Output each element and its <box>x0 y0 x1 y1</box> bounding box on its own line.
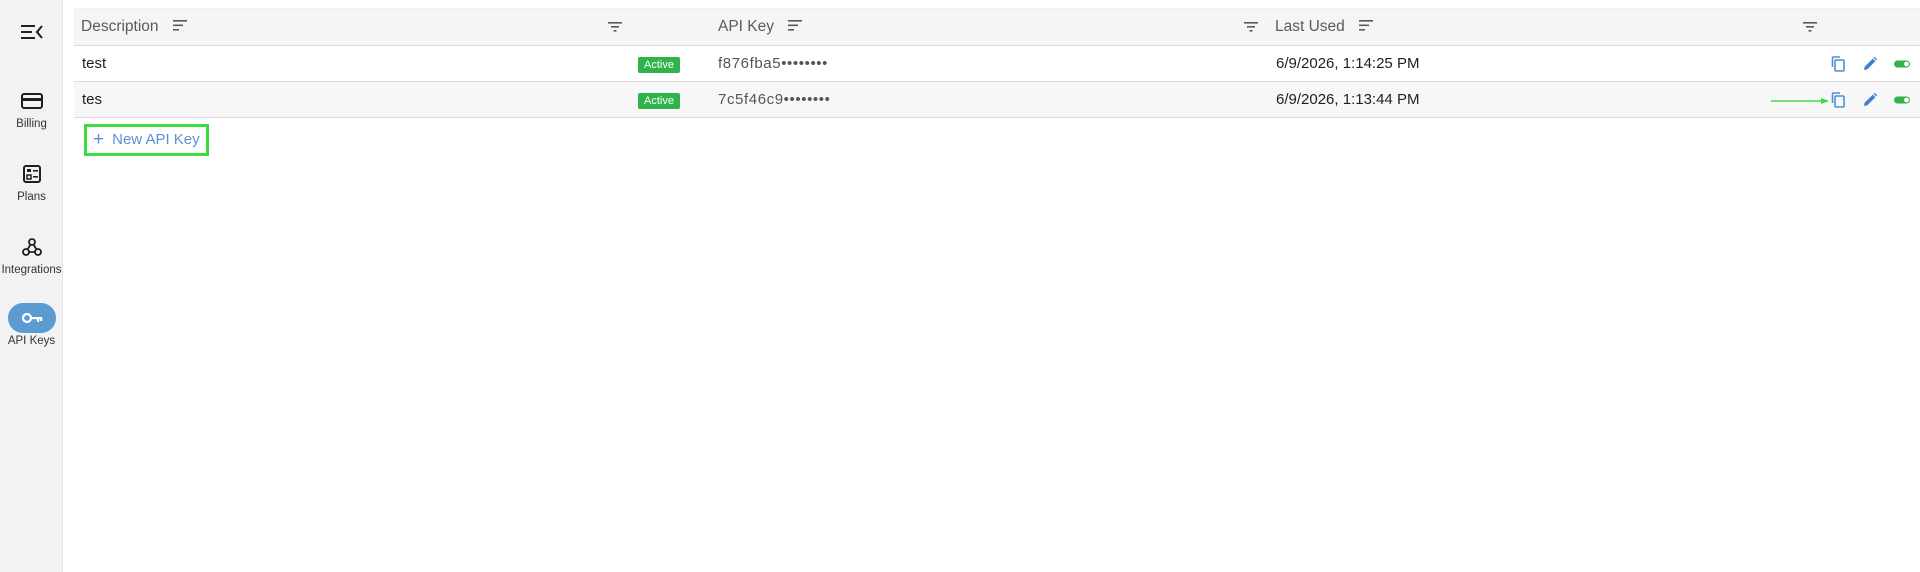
sidebar-item-label: Integrations <box>1 264 62 276</box>
plans-icon <box>8 159 56 189</box>
sidebar-item-label: Billing <box>16 118 47 130</box>
table-header: Description API Key Last Used <box>74 8 1920 46</box>
copy-icon[interactable] <box>1829 91 1847 109</box>
column-title: Description <box>81 18 159 35</box>
last-used-cell: 6/9/2026, 1:13:44 PM <box>1276 91 1420 108</box>
table-row[interactable]: test Active f876fba5•••••••• 6/9/2026, 1… <box>74 46 1920 82</box>
key-icon <box>7 303 56 333</box>
sort-icon[interactable] <box>1359 19 1374 31</box>
status-badge: Active <box>638 93 680 109</box>
sidebar-item-label: API Keys <box>7 335 56 347</box>
toggle-icon[interactable] <box>1893 91 1911 109</box>
column-header-api-key[interactable]: API Key <box>718 9 803 45</box>
plus-icon: + <box>93 129 105 150</box>
api-key-cell: 7c5f46c9•••••••• <box>718 91 831 108</box>
status-badge: Active <box>638 57 680 73</box>
new-api-key-button[interactable]: + New API Key <box>84 124 209 156</box>
description-cell: test <box>82 55 107 72</box>
app-window: Billing Plans Integrations API Keys Desc… <box>0 0 1920 572</box>
menu-collapse-icon[interactable] <box>20 22 44 42</box>
sidebar: Billing Plans Integrations API Keys <box>0 0 63 572</box>
column-title: API Key <box>718 18 774 35</box>
webhook-icon <box>8 232 56 262</box>
filter-icon[interactable] <box>1803 20 1817 34</box>
api-key-cell: f876fba5•••••••• <box>718 55 829 72</box>
sidebar-item-integrations[interactable]: Integrations <box>0 232 63 276</box>
column-header-description[interactable]: Description <box>81 9 187 45</box>
filter-icon[interactable] <box>1244 20 1258 34</box>
main-content: Description API Key Last Used test Activ… <box>74 8 1920 572</box>
edit-icon[interactable] <box>1861 91 1879 109</box>
description-cell: tes <box>82 91 103 108</box>
sidebar-item-billing[interactable]: Billing <box>0 86 63 130</box>
credit-card-icon <box>8 86 56 116</box>
copy-icon[interactable] <box>1829 55 1847 73</box>
sort-icon[interactable] <box>788 19 803 31</box>
sort-icon[interactable] <box>172 19 187 31</box>
arrow-icon <box>1771 98 1829 104</box>
sidebar-item-label: Plans <box>17 191 46 203</box>
sidebar-item-api-keys[interactable]: API Keys <box>0 303 63 347</box>
edit-icon[interactable] <box>1861 55 1879 73</box>
table-row[interactable]: tes Active 7c5f46c9•••••••• 6/9/2026, 1:… <box>74 82 1920 118</box>
last-used-cell: 6/9/2026, 1:14:25 PM <box>1276 55 1420 72</box>
filter-icon[interactable] <box>608 20 622 34</box>
sidebar-item-plans[interactable]: Plans <box>0 159 63 203</box>
column-header-last-used[interactable]: Last Used <box>1275 9 1374 45</box>
api-keys-table: Description API Key Last Used test Activ… <box>74 8 1920 118</box>
column-title: Last Used <box>1275 18 1345 35</box>
new-api-key-label: New API Key <box>112 131 200 148</box>
toggle-icon[interactable] <box>1893 55 1911 73</box>
